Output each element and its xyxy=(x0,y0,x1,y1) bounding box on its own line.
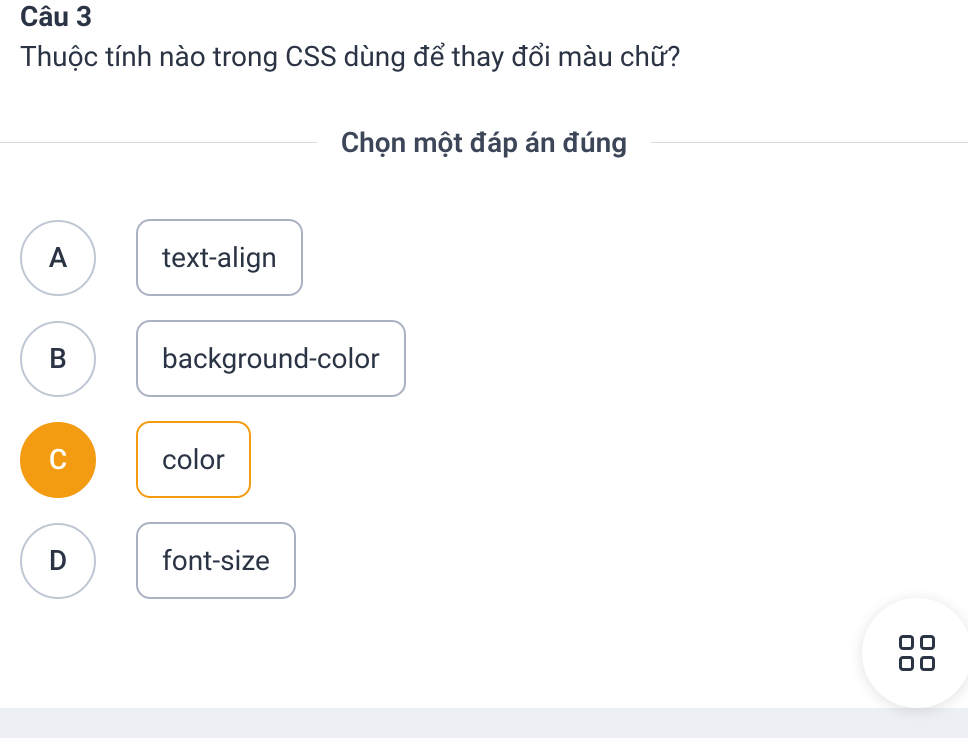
option-text-b[interactable]: background-color xyxy=(136,320,406,397)
options-list: A text-align B background-color C color … xyxy=(0,219,968,599)
option-row-b[interactable]: B background-color xyxy=(20,320,948,397)
grid-icon xyxy=(899,635,935,671)
option-letter-c[interactable]: C xyxy=(20,422,96,498)
question-number: Câu 3 xyxy=(20,0,948,33)
option-text-a[interactable]: text-align xyxy=(136,219,303,296)
option-letter-a[interactable]: A xyxy=(20,220,96,296)
divider-line-right xyxy=(651,142,968,143)
option-row-c[interactable]: C color xyxy=(20,421,948,498)
instruction-label: Chọn một đáp án đúng xyxy=(317,126,651,159)
instruction-divider: Chọn một đáp án đúng xyxy=(0,126,968,159)
option-row-a[interactable]: A text-align xyxy=(20,219,948,296)
option-row-d[interactable]: D font-size xyxy=(20,522,948,599)
divider-line-left xyxy=(0,142,317,143)
option-text-c[interactable]: color xyxy=(136,421,251,498)
option-text-d[interactable]: font-size xyxy=(136,522,296,599)
question-text: Thuộc tính nào trong CSS dùng để thay đổ… xyxy=(20,37,948,76)
option-letter-b[interactable]: B xyxy=(20,321,96,397)
grid-menu-button[interactable] xyxy=(862,598,968,708)
option-letter-d[interactable]: D xyxy=(20,523,96,599)
footer-strip xyxy=(0,708,968,738)
